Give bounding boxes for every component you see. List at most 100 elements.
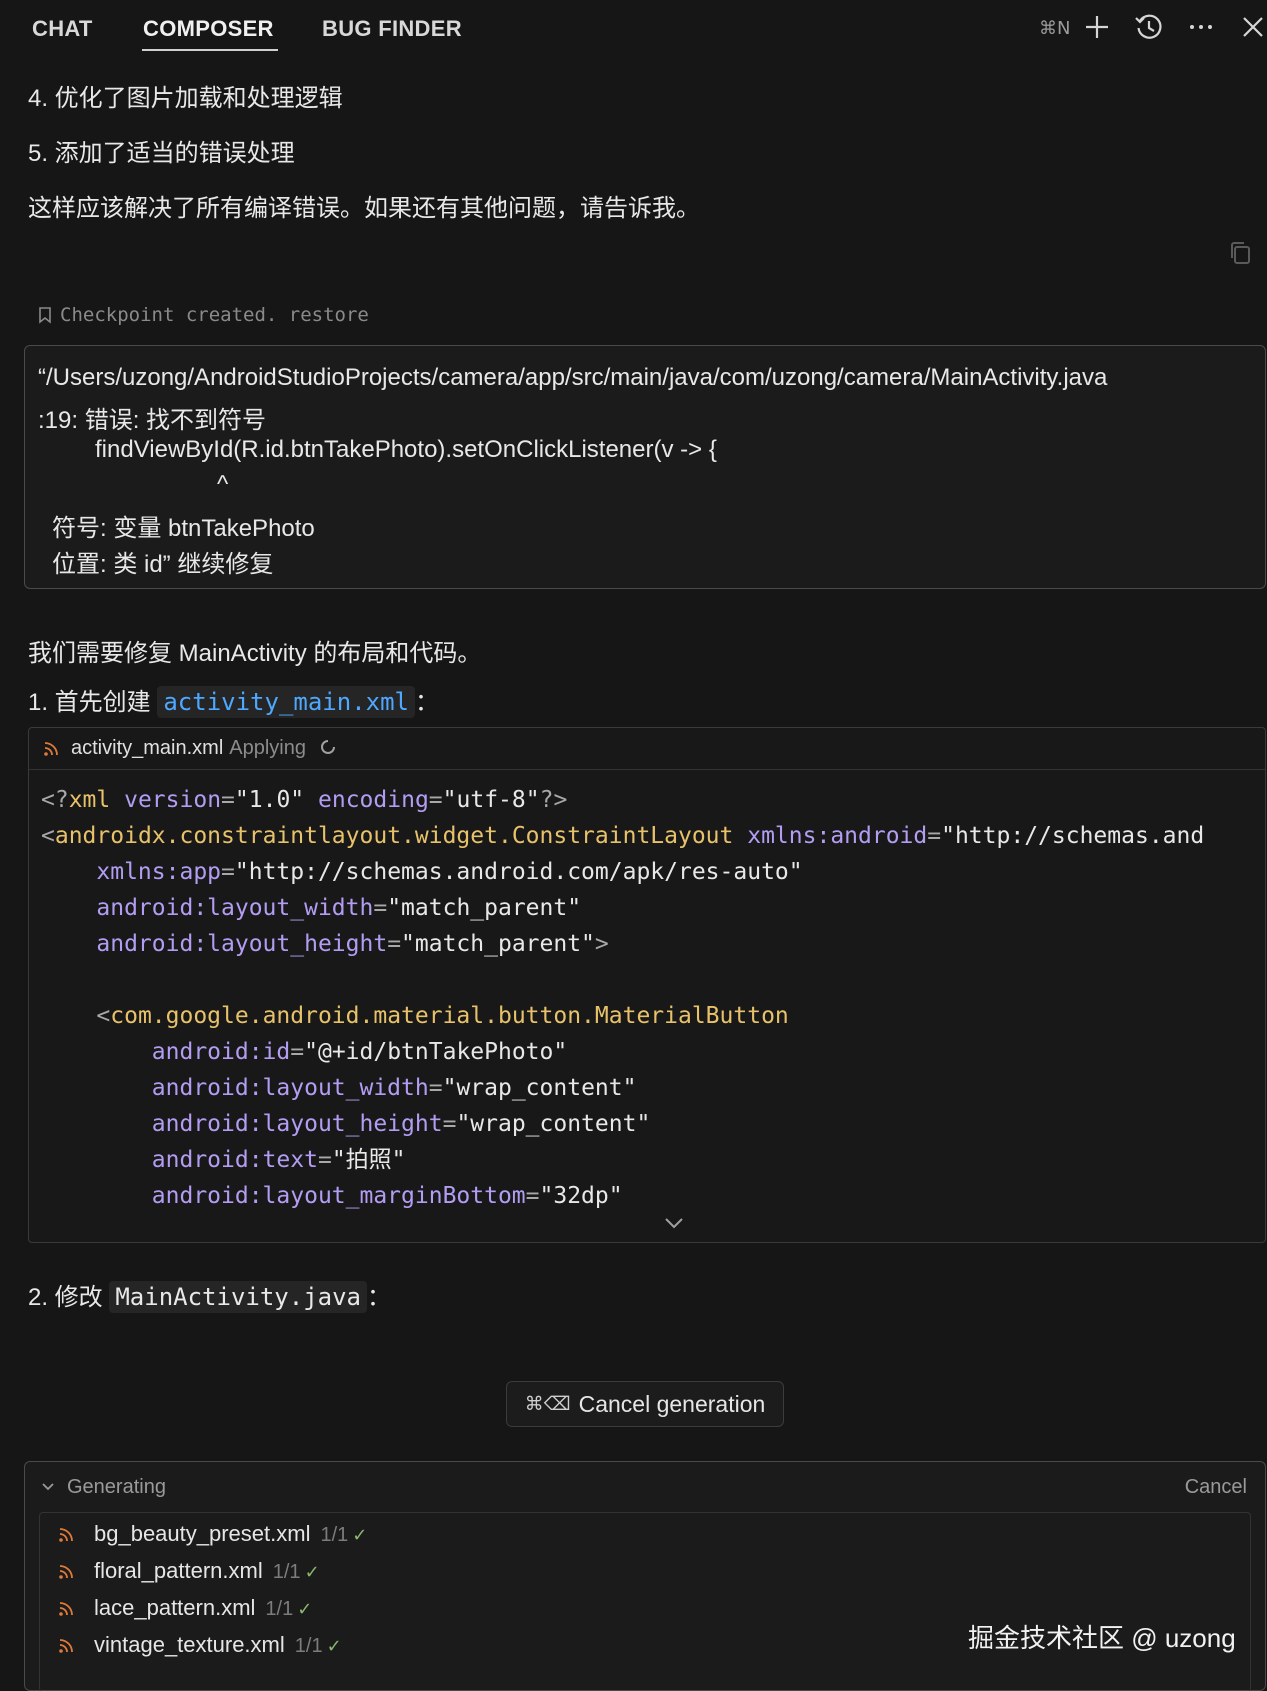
- generating-file-item[interactable]: floral_pattern.xml 1/1 ✓: [40, 1552, 1250, 1592]
- code-line: <?xml version="1.0" encoding="utf-8"?>: [41, 782, 1204, 818]
- xml-file-icon: [59, 1639, 73, 1653]
- xml-file-icon: [59, 1565, 73, 1579]
- code-token: "wrap_content": [456, 1111, 651, 1137]
- code-token: =: [442, 1111, 457, 1137]
- chevron-down-icon[interactable]: [662, 1215, 686, 1231]
- cancel-generation-button[interactable]: ⌘⌫ Cancel generation: [506, 1381, 784, 1427]
- active-tab-indicator: [142, 49, 278, 51]
- code-line: android:layout_width="wrap_content": [41, 1070, 1204, 1106]
- assistant-step-2: 2. 修改 MainActivity.java：: [28, 1277, 391, 1313]
- code-token: android:layout_width: [96, 895, 374, 921]
- code-token: android:layout_height: [151, 1111, 443, 1137]
- check-icon: ✓: [297, 1599, 313, 1619]
- check-icon: ✓: [304, 1562, 320, 1582]
- code-line: android:layout_height="match_parent">: [41, 926, 1204, 962]
- code-token: "32dp": [539, 1183, 623, 1209]
- generating-file-item[interactable]: bg_beauty_preset.xml 1/1 ✓: [40, 1515, 1250, 1555]
- code-line: android:layout_width="match_parent": [41, 890, 1204, 926]
- tab-bug-finder[interactable]: BUG FINDER: [322, 16, 462, 42]
- generating-file-list: bg_beauty_preset.xml 1/1 ✓ floral_pattern.x…: [39, 1512, 1251, 1691]
- user-message-line: :19: 错误: 找不到符号: [38, 407, 267, 434]
- code-line: xmlns:app="http://schemas.android.com/ap…: [41, 854, 1204, 890]
- code-token: android:layout_height: [96, 931, 388, 957]
- generating-file-name: lace_pattern.xml 1/1 ✓: [94, 1595, 312, 1621]
- user-message-line: 位置: 类 id” 继续修复: [52, 551, 274, 578]
- generating-file-name: vintage_texture.xml 1/1 ✓: [94, 1632, 342, 1658]
- code-token: =: [317, 1147, 332, 1173]
- chevron-down-icon[interactable]: [41, 1482, 55, 1492]
- code-token: <: [96, 1003, 111, 1029]
- code-token: "match_parent": [387, 895, 582, 921]
- generating-cancel-button[interactable]: Cancel: [1185, 1476, 1247, 1499]
- plus-icon[interactable]: [1082, 12, 1112, 42]
- code-token: =: [428, 1075, 443, 1101]
- code-token: =: [221, 859, 235, 885]
- file-progress-count: 1/1: [294, 1635, 323, 1657]
- checkpoint-notice: Checkpoint created. restore: [38, 304, 369, 326]
- code-line: <androidx.constraintlayout.widget.Constr…: [41, 818, 1204, 854]
- xml-file-icon: [59, 1602, 73, 1616]
- generating-file-name: floral_pattern.xml 1/1 ✓: [94, 1558, 320, 1584]
- code-token: android:text: [151, 1147, 318, 1173]
- code-token: =: [387, 931, 402, 957]
- file-ref-main-activity: MainActivity.java: [109, 1281, 367, 1313]
- code-token: xmlns:android: [747, 823, 928, 849]
- file-progress-count: 1/1: [320, 1524, 349, 1546]
- tab-composer[interactable]: COMPOSER: [143, 16, 274, 42]
- code-token: "@+id/btnTakePhoto": [304, 1039, 568, 1065]
- close-icon[interactable]: [1238, 12, 1267, 42]
- restore-link[interactable]: restore: [289, 304, 369, 326]
- code-token: =: [373, 895, 388, 921]
- tab-chat[interactable]: CHAT: [32, 16, 93, 42]
- code-content: <?xml version="1.0" encoding="utf-8"?> <a…: [41, 782, 1204, 1214]
- generating-title: Generating: [67, 1476, 166, 1498]
- history-icon[interactable]: [1134, 12, 1164, 42]
- file-name: bg_beauty_preset.xml: [94, 1521, 311, 1546]
- bookmark-icon: [39, 307, 51, 324]
- generating-file-name: bg_beauty_preset.xml 1/1 ✓: [94, 1521, 367, 1547]
- code-token: "http://schemas.and: [941, 823, 1205, 849]
- code-token: xmlns:app: [96, 859, 222, 885]
- more-icon[interactable]: [1186, 12, 1216, 42]
- copy-icon[interactable]: [1228, 240, 1252, 266]
- code-token: androidx.constraintlayout.widget.Constra…: [54, 823, 734, 849]
- code-token: ?>: [539, 787, 568, 813]
- code-filename: activity_main.xml: [71, 737, 224, 759]
- code-token: =: [221, 787, 235, 813]
- code-token: com.google.android.material.button.Mater…: [110, 1003, 789, 1029]
- code-block: activity_main.xml Applying <?xml version=…: [28, 727, 1266, 1243]
- assistant-step-1: 1. 首先创建 activity_main.xml：: [28, 682, 439, 718]
- user-message-line: “/Users/uzong/AndroidStudioProjects/came…: [38, 364, 1108, 391]
- file-link-activity-main[interactable]: activity_main.xml: [157, 686, 415, 718]
- step-1-suffix: ：: [415, 689, 439, 716]
- code-token: android:layout_marginBottom: [151, 1183, 526, 1209]
- file-progress-count: 1/1: [272, 1561, 301, 1583]
- code-block-header: activity_main.xml Applying: [29, 728, 1265, 770]
- code-token: <: [41, 823, 55, 849]
- generating-panel: Generating Cancel bg_beauty_preset.xml 1/…: [24, 1461, 1266, 1691]
- code-line: <com.google.android.material.button.Mate…: [41, 998, 1204, 1034]
- code-token: xml: [68, 787, 111, 813]
- file-progress-count: 1/1: [265, 1598, 294, 1620]
- code-token: =: [290, 1039, 305, 1065]
- user-message-line: findViewById(R.id.btnTakePhoto).setOnCli…: [95, 436, 717, 463]
- code-block-filename[interactable]: activity_main.xml Applying: [71, 737, 338, 760]
- user-message[interactable]: “/Users/uzong/AndroidStudioProjects/came…: [24, 345, 1266, 589]
- step-1-text: 1. 首先创建: [28, 689, 151, 716]
- code-token: "match_parent": [401, 931, 595, 957]
- xml-file-icon: [59, 1528, 73, 1542]
- code-token: android:id: [151, 1039, 291, 1065]
- generating-header[interactable]: Generating Cancel: [25, 1462, 1265, 1510]
- file-name: lace_pattern.xml: [94, 1595, 256, 1620]
- assistant-summary: 这样应该解决了所有编译错误。如果还有其他问题，请告诉我。: [28, 195, 700, 222]
